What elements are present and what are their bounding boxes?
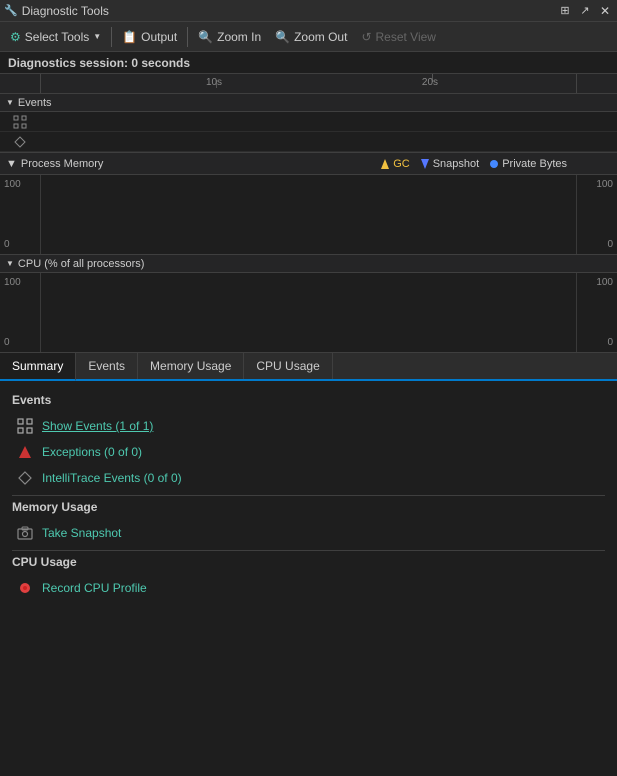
divider-1 <box>12 495 605 496</box>
intellitrace-text: IntelliTrace Events (0 of 0) <box>42 471 182 485</box>
show-events-icon <box>16 417 34 435</box>
select-tools-label: Select Tools <box>25 30 89 44</box>
snapshot-icon <box>16 524 34 542</box>
divider-2 <box>12 550 605 551</box>
zoom-in-icon: 🔍 <box>198 30 213 44</box>
ruler-label-10s: 10s <box>206 77 222 88</box>
toolbar: ⚙ Select Tools ▼ 📋 Output 🔍 Zoom In 🔍 Zo… <box>0 22 617 52</box>
zoom-in-label: Zoom In <box>217 30 261 44</box>
title-bar-text: Diagnostic Tools <box>22 4 109 18</box>
events-collapse-icon: ▼ <box>6 98 14 107</box>
events-title: Events <box>18 97 52 109</box>
select-tools-button[interactable]: ⚙ Select Tools ▼ <box>4 25 107 49</box>
ruler-label-20s: 20s <box>422 77 438 88</box>
summary-cpu-title: CPU Usage <box>12 555 605 569</box>
toolbar-separator-1 <box>111 27 112 47</box>
cpu-bottom-left: 0 <box>4 337 10 348</box>
legend-gc-label: GC <box>393 158 410 170</box>
pm-top-right: 100 <box>596 179 613 190</box>
reset-view-icon: ↺ <box>361 30 371 44</box>
show-events-item[interactable]: Show Events (1 of 1) <box>12 413 605 439</box>
gear-icon: ⚙ <box>10 30 21 44</box>
events-track-2 <box>40 132 617 151</box>
output-label: Output <box>141 30 177 44</box>
take-snapshot-item[interactable]: Take Snapshot <box>12 520 605 546</box>
cpu-chart: 100 0 100 0 <box>0 273 617 353</box>
events-track-1 <box>40 112 617 131</box>
record-cpu-item[interactable]: Record CPU Profile <box>12 575 605 601</box>
legend-private-label: Private Bytes <box>502 158 567 170</box>
record-cpu-text: Record CPU Profile <box>42 581 147 595</box>
tab-summary[interactable]: Summary <box>0 353 76 381</box>
process-memory-header[interactable]: ▼ Process Memory GC Snapshot Private Byt… <box>0 153 617 175</box>
ruler-right-tick <box>576 74 577 93</box>
dropdown-arrow-icon: ▼ <box>93 32 101 41</box>
timeline-ruler: 10s 20s <box>0 74 617 94</box>
session-bar: Diagnostics session: 0 seconds <box>0 52 617 74</box>
events-row-1-icon <box>0 115 40 129</box>
diagnostic-tools-icon: 🔧 <box>4 4 18 17</box>
session-text: Diagnostics session: 0 seconds <box>8 56 190 70</box>
exceptions-text: Exceptions (0 of 0) <box>42 445 142 459</box>
close-button[interactable]: ✕ <box>597 3 613 19</box>
events-section-header[interactable]: ▼ Events <box>0 94 617 112</box>
process-memory-legend: GC Snapshot Private Bytes <box>380 158 567 170</box>
process-memory-collapse-icon: ▼ <box>6 158 17 170</box>
zoom-in-button[interactable]: 🔍 Zoom In <box>192 25 267 49</box>
process-memory-title: Process Memory <box>21 158 104 170</box>
cpu-top-left: 100 <box>4 277 21 288</box>
tab-memory-usage[interactable]: Memory Usage <box>138 353 244 379</box>
exceptions-icon <box>16 443 34 461</box>
output-button[interactable]: 📋 Output <box>116 25 183 49</box>
cpu-section-header[interactable]: ▼ CPU (% of all processors) <box>0 255 617 273</box>
title-bar-left: 🔧 Diagnostic Tools <box>4 4 109 18</box>
reset-view-label: Reset View <box>376 30 436 44</box>
tab-cpu-usage[interactable]: CPU Usage <box>244 353 332 379</box>
cpu-title: CPU (% of all processors) <box>18 258 145 270</box>
events-row-1 <box>0 112 617 132</box>
intellitrace-item[interactable]: IntelliTrace Events (0 of 0) <box>12 465 605 491</box>
tabs-bar: Summary Events Memory Usage CPU Usage <box>0 353 617 381</box>
cpu-top-right: 100 <box>596 277 613 288</box>
show-events-text: Show Events (1 of 1) <box>42 419 153 433</box>
summary-memory-title: Memory Usage <box>12 500 605 514</box>
intellitrace-icon <box>16 469 34 487</box>
zoom-out-icon: 🔍 <box>275 30 290 44</box>
cpu-bottom-right: 0 <box>607 337 613 348</box>
exceptions-item[interactable]: Exceptions (0 of 0) <box>12 439 605 465</box>
pm-top-left: 100 <box>4 179 21 190</box>
legend-gc: GC <box>380 158 410 170</box>
title-bar-right: ⊞ ↗ ✕ <box>557 3 613 19</box>
events-section <box>0 112 617 153</box>
legend-snapshot: Snapshot <box>420 158 479 170</box>
cpu-grid <box>40 273 577 352</box>
zoom-out-button[interactable]: 🔍 Zoom Out <box>269 25 353 49</box>
bottom-panel: Summary Events Memory Usage CPU Usage Ev… <box>0 353 617 609</box>
legend-private-bytes: Private Bytes <box>489 158 567 170</box>
process-memory-grid <box>40 175 577 254</box>
pm-bottom-left: 0 <box>4 239 10 250</box>
title-bar: 🔧 Diagnostic Tools ⊞ ↗ ✕ <box>0 0 617 22</box>
zoom-out-label: Zoom Out <box>294 30 347 44</box>
toolbar-separator-2 <box>187 27 188 47</box>
float-button[interactable]: ↗ <box>577 3 593 19</box>
legend-snapshot-label: Snapshot <box>433 158 479 170</box>
output-icon: 📋 <box>122 30 137 44</box>
pm-bottom-right: 0 <box>607 239 613 250</box>
events-row-2-icon <box>0 136 40 148</box>
pin-button[interactable]: ⊞ <box>557 3 573 19</box>
summary-content: Events Show Events (1 of 1) Exceptions (… <box>0 381 617 609</box>
take-snapshot-text: Take Snapshot <box>42 526 121 540</box>
record-cpu-icon <box>16 579 34 597</box>
cpu-collapse-icon: ▼ <box>6 259 14 268</box>
events-row-2 <box>0 132 617 152</box>
reset-view-button[interactable]: ↺ Reset View <box>355 25 442 49</box>
tab-events[interactable]: Events <box>76 353 138 379</box>
summary-events-title: Events <box>12 393 605 407</box>
ruler-left-tick <box>40 74 41 93</box>
process-memory-chart: 100 0 100 0 <box>0 175 617 255</box>
